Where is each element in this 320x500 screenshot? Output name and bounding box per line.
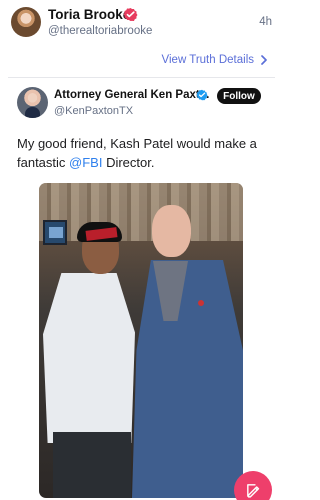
author-name[interactable]: Toria Brooke (48, 7, 130, 22)
author-avatar[interactable] (11, 7, 41, 37)
photo-screen (43, 220, 67, 245)
author-handle[interactable]: @therealtoriabrooke (48, 25, 152, 37)
right-person-head (152, 205, 191, 257)
quoted-post-text: My good friend, Kash Patel would make a … (17, 134, 262, 172)
view-truth-details-link[interactable]: View Truth Details (162, 54, 268, 66)
quoted-author-name[interactable]: Attorney General Ken Paxt... (54, 89, 209, 101)
verified-check-icon (196, 89, 208, 101)
follow-button[interactable]: Follow (217, 88, 261, 104)
post-header: Toria Brooke @therealtoriabrooke 4h (0, 0, 283, 48)
view-truth-details-label: View Truth Details (161, 54, 254, 66)
quoted-post-photo[interactable] (39, 183, 243, 498)
left-person-pants (53, 432, 131, 498)
quoted-author-handle[interactable]: @KenPaxtonTX (54, 105, 133, 117)
quoted-text-after: Director. (102, 155, 155, 170)
fbi-mention-link[interactable]: @FBI (69, 155, 102, 170)
compose-icon (246, 483, 259, 498)
photo-ceiling (39, 183, 243, 241)
chevron-right-icon (261, 55, 267, 65)
quoted-author-avatar[interactable] (17, 87, 48, 118)
lapel-pin-icon (198, 300, 204, 306)
left-person-shirt (43, 273, 135, 443)
right-person-jacket (132, 260, 243, 498)
verified-check-icon (123, 7, 138, 22)
quoted-post-card[interactable]: Attorney General Ken Paxt... Follow @Ken… (8, 77, 275, 500)
post-timestamp: 4h (259, 16, 272, 28)
